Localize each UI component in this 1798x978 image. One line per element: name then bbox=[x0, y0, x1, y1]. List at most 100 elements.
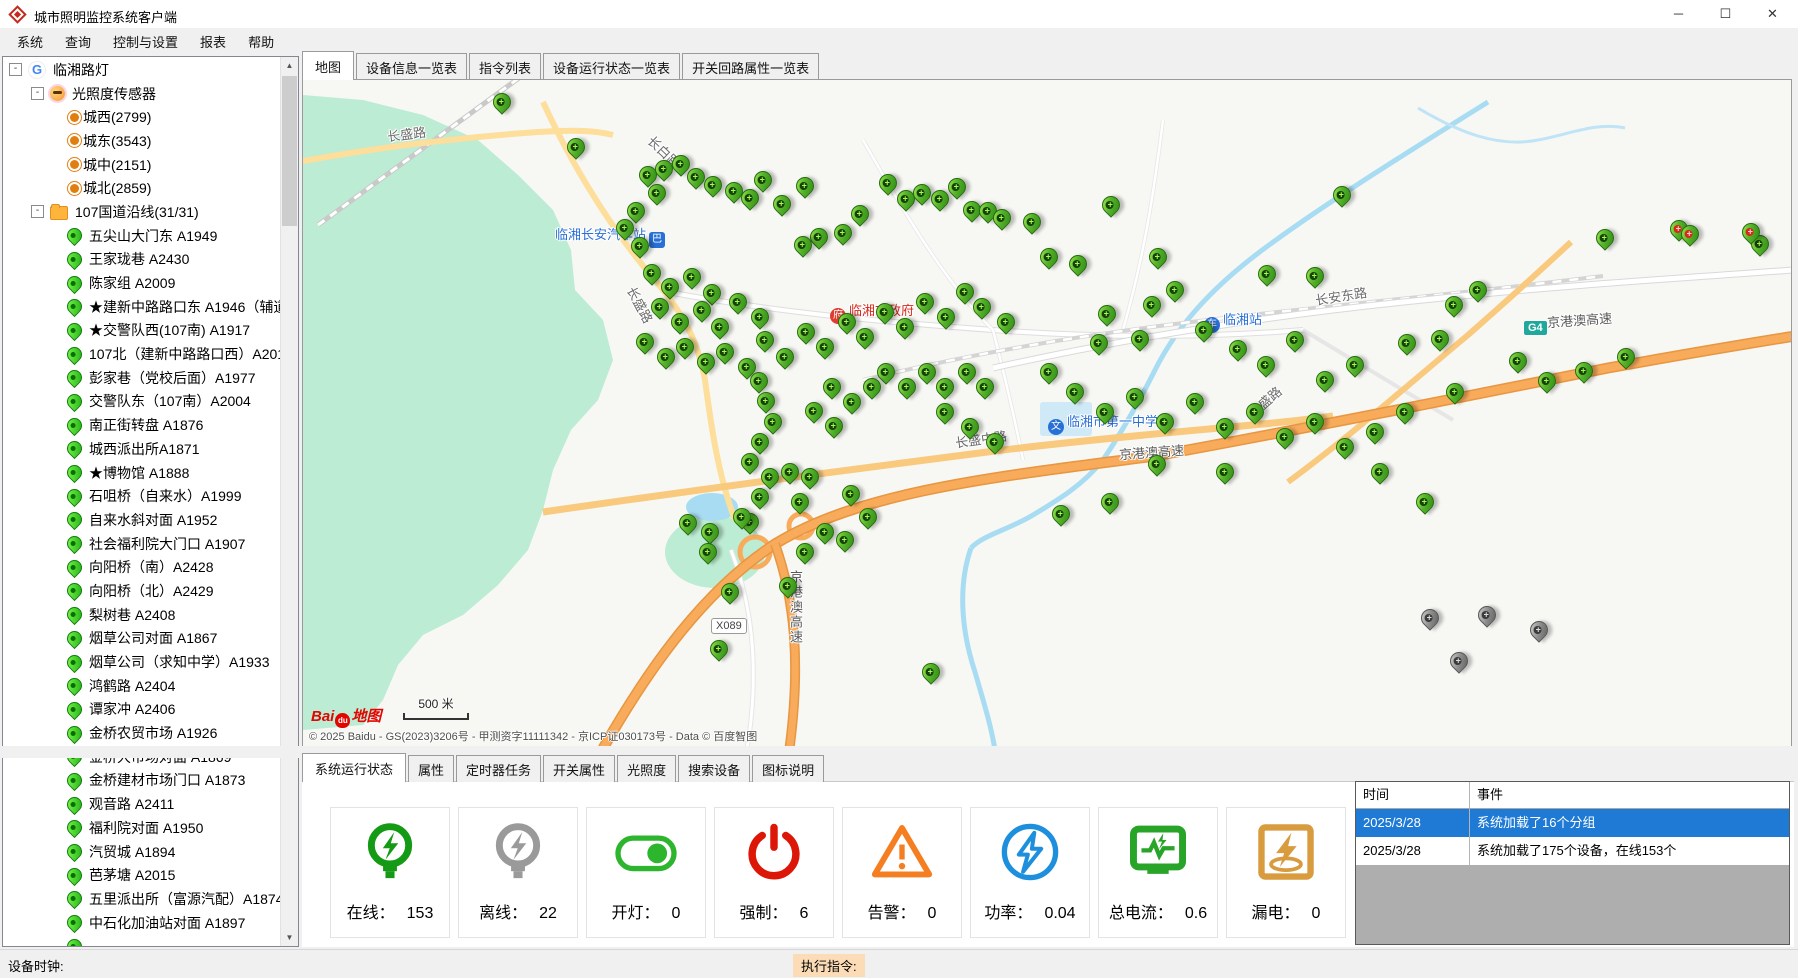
map-pin-green[interactable] bbox=[1212, 459, 1237, 484]
map-pin-green[interactable] bbox=[914, 359, 939, 384]
map-pin-green[interactable] bbox=[1505, 348, 1530, 373]
tree-item-31[interactable]: 观音路 A2411 bbox=[3, 792, 280, 816]
map-pin-green[interactable] bbox=[894, 374, 919, 399]
expand-toggle-icon[interactable]: - bbox=[9, 63, 22, 76]
map-view[interactable]: 长盛路长白路长盛路长安东路长盛中路长盛路京港澳高速京港澳高速京港澳高速临湘长安汽… bbox=[302, 79, 1792, 748]
map-pin-green[interactable] bbox=[697, 519, 722, 544]
tab-bottom-5[interactable]: 搜索设备 bbox=[678, 755, 750, 782]
map-pin-green[interactable] bbox=[1127, 326, 1152, 351]
expand-toggle-icon[interactable]: - bbox=[31, 205, 44, 218]
tree-item-17[interactable]: ★博物馆 A1888 bbox=[3, 461, 280, 485]
tree-item-23[interactable]: 梨树巷 A2408 bbox=[3, 603, 280, 627]
map-pin-green[interactable] bbox=[993, 309, 1018, 334]
map-pin-green[interactable] bbox=[712, 339, 737, 364]
map-pin-green[interactable] bbox=[1329, 182, 1354, 207]
map-pin-green[interactable] bbox=[1145, 244, 1170, 269]
map-pin-green[interactable] bbox=[1312, 367, 1337, 392]
map-pin-green[interactable] bbox=[1613, 344, 1638, 369]
event-log-col-time[interactable]: 时间 bbox=[1356, 782, 1470, 808]
map-pin-green[interactable] bbox=[1225, 336, 1250, 361]
tree-item-14[interactable]: 交警队东（107南）A2004 bbox=[3, 390, 280, 414]
map-pin-green[interactable] bbox=[912, 289, 937, 314]
tree-item-35[interactable]: 五里派出所（富源汽配）A1874 bbox=[3, 887, 280, 911]
tree-item-16[interactable]: 城西派出所A1871 bbox=[3, 437, 280, 461]
tab-bottom-3[interactable]: 开关属性 bbox=[543, 755, 615, 782]
tree-item-8[interactable]: 王家珑巷 A2430 bbox=[3, 248, 280, 272]
map-pin-green[interactable] bbox=[777, 459, 802, 484]
tree-item-6[interactable]: -107国道沿线(31/31) bbox=[3, 200, 280, 224]
tree-item-12[interactable]: 107北（建新中路路口西）A2014 bbox=[3, 342, 280, 366]
tree-item-3[interactable]: 城东(3543) bbox=[3, 129, 280, 153]
tab-main-3[interactable]: 设备运行状态一览表 bbox=[543, 53, 680, 80]
map-pin-gray[interactable] bbox=[1526, 617, 1551, 642]
tree-item-7[interactable]: 五尖山大门东 A1949 bbox=[3, 224, 280, 248]
map-pin-green[interactable] bbox=[1212, 414, 1237, 439]
map-pin-green[interactable] bbox=[1362, 419, 1387, 444]
map-pin-green[interactable] bbox=[667, 309, 692, 334]
tree-item-25[interactable]: 烟草公司（求知中学）A1933 bbox=[3, 650, 280, 674]
tree-item-2[interactable]: 城西(2799) bbox=[3, 105, 280, 129]
map-pin-green[interactable] bbox=[757, 464, 782, 489]
menu-item-3[interactable]: 报表 bbox=[189, 28, 237, 55]
scrollbar-thumb[interactable] bbox=[282, 76, 297, 226]
map-pin-green[interactable] bbox=[769, 191, 794, 216]
tree-item-4[interactable]: 城中(2151) bbox=[3, 153, 280, 177]
tab-bottom-2[interactable]: 定时器任务 bbox=[456, 755, 541, 782]
map-pin-green[interactable] bbox=[787, 489, 812, 514]
map-pin-green[interactable] bbox=[1094, 301, 1119, 326]
tab-bottom-0[interactable]: 系统运行状态 bbox=[302, 753, 406, 782]
tree-item-10[interactable]: ★建新中路路口东 A1946（辅道灯） bbox=[3, 295, 280, 319]
tab-bottom-6[interactable]: 图标说明 bbox=[752, 755, 824, 782]
map-pin-green[interactable] bbox=[792, 173, 817, 198]
map-pin-green[interactable] bbox=[1412, 489, 1437, 514]
map-pin-green[interactable] bbox=[1534, 368, 1559, 393]
map-pin-green[interactable] bbox=[1592, 225, 1617, 250]
tree-item-26[interactable]: 鸿鹤路 A2404 bbox=[3, 674, 280, 698]
map-pin-green[interactable] bbox=[772, 344, 797, 369]
tab-main-2[interactable]: 指令列表 bbox=[469, 53, 541, 80]
map-pin-green[interactable] bbox=[832, 527, 857, 552]
scroll-down-icon[interactable]: ▼ bbox=[281, 929, 298, 946]
tab-main-1[interactable]: 设备信息一览表 bbox=[356, 53, 467, 80]
tree-item-22[interactable]: 向阳桥（北）A2429 bbox=[3, 579, 280, 603]
menu-item-1[interactable]: 查询 bbox=[54, 28, 102, 55]
map-pin-green[interactable] bbox=[1394, 330, 1419, 355]
expand-toggle-icon[interactable]: - bbox=[31, 87, 44, 100]
map-pin-green[interactable] bbox=[1048, 501, 1073, 526]
tree-item-30[interactable]: 金桥建材市场门口 A1873 bbox=[3, 769, 280, 793]
map-pin-green[interactable] bbox=[679, 264, 704, 289]
map-pin-gray[interactable] bbox=[1474, 602, 1499, 627]
tree-item-0[interactable]: -G临湘路灯 bbox=[3, 58, 280, 82]
map-pin-green[interactable] bbox=[1182, 389, 1207, 414]
map-pin-gray[interactable] bbox=[1417, 605, 1442, 630]
map-pin-green[interactable] bbox=[760, 409, 785, 434]
tree-item-18[interactable]: 石咀桥（自来水）A1999 bbox=[3, 484, 280, 508]
map-pin-green[interactable] bbox=[1302, 263, 1327, 288]
map-pin-green[interactable] bbox=[1465, 277, 1490, 302]
map-pin-green[interactable] bbox=[1332, 434, 1357, 459]
menu-item-2[interactable]: 控制与设置 bbox=[102, 28, 189, 55]
map-pin-green[interactable] bbox=[1254, 261, 1279, 286]
map-pin-green[interactable] bbox=[801, 398, 826, 423]
tree-item-15[interactable]: 南正街转盘 A1876 bbox=[3, 413, 280, 437]
event-row-1[interactable]: 2025/3/28 12:15:08系统加载了175个设备，在线153个 bbox=[1356, 837, 1789, 865]
tree-item-37[interactable] bbox=[3, 934, 280, 946]
tree-item-5[interactable]: 城北(2859) bbox=[3, 176, 280, 200]
map-pin-green[interactable] bbox=[1097, 489, 1122, 514]
tree-item-20[interactable]: 社会福利院大门口 A1907 bbox=[3, 532, 280, 556]
map-pin-gray[interactable] bbox=[1446, 648, 1471, 673]
map-pin-green[interactable] bbox=[1098, 192, 1123, 217]
map-pin-green[interactable] bbox=[1441, 292, 1466, 317]
tree-item-21[interactable]: 向阳桥（南）A2428 bbox=[3, 555, 280, 579]
menu-item-0[interactable]: 系统 bbox=[6, 28, 54, 55]
tree-item-24[interactable]: 烟草公司对面 A1867 bbox=[3, 627, 280, 651]
map-pin-green[interactable] bbox=[1367, 459, 1392, 484]
map-pin-green[interactable] bbox=[725, 289, 750, 314]
map-pin-green[interactable] bbox=[1065, 251, 1090, 276]
map-pin-green[interactable] bbox=[563, 134, 588, 159]
map-pin-green[interactable] bbox=[852, 324, 877, 349]
map-pin-green[interactable] bbox=[797, 464, 822, 489]
tree-item-9[interactable]: 陈家组 A2009 bbox=[3, 271, 280, 295]
map-pin-green[interactable] bbox=[707, 314, 732, 339]
map-pin-green[interactable] bbox=[812, 334, 837, 359]
